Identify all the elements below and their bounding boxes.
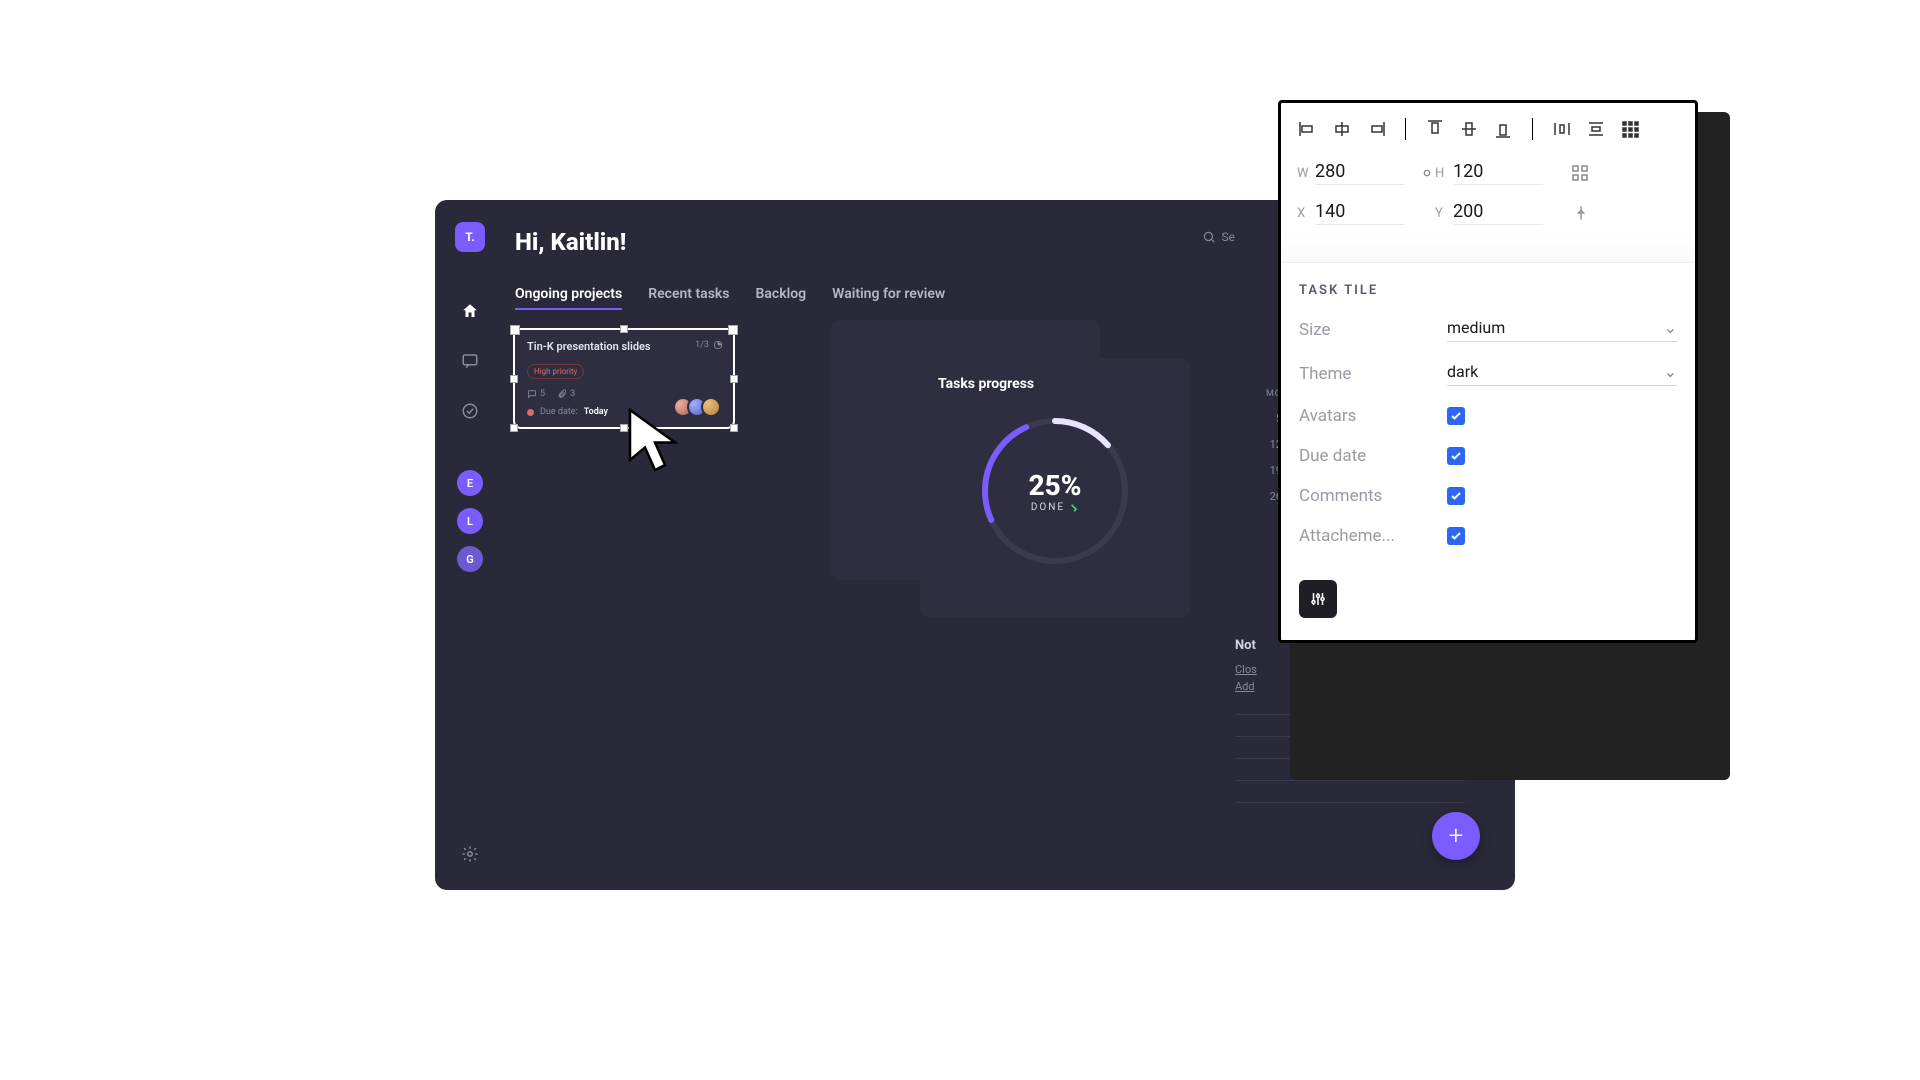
priority-badge: High priority xyxy=(527,364,584,379)
size-select[interactable]: medium ⌄ xyxy=(1447,318,1677,342)
y-label: Y xyxy=(1435,206,1453,221)
progress-title: Tasks progress xyxy=(938,376,1172,392)
color-row-placeholder xyxy=(1281,233,1695,263)
theme-select[interactable]: dark ⌄ xyxy=(1447,362,1677,386)
calendar-day[interactable]: 26 xyxy=(1222,490,1282,503)
prop-size: Size medium ⌄ xyxy=(1281,308,1695,352)
align-hcenter-icon[interactable] xyxy=(1329,117,1355,141)
align-left-icon[interactable] xyxy=(1295,117,1321,141)
search[interactable]: Se xyxy=(1202,230,1236,244)
duedate-checkbox[interactable] xyxy=(1447,447,1465,465)
width-label: W xyxy=(1297,166,1315,181)
progress-pie-icon xyxy=(713,340,723,350)
check-circle-icon[interactable] xyxy=(459,400,481,422)
sliders-icon xyxy=(1309,590,1327,608)
prop-theme: Theme dark ⌄ xyxy=(1281,352,1695,396)
comment-icon xyxy=(527,389,537,399)
check-icon xyxy=(1069,503,1079,513)
calendar-fragment: ‹ MO 5 12 19 26 xyxy=(1222,360,1282,503)
tab-ongoing-projects[interactable]: Ongoing projects xyxy=(515,286,622,310)
sidebar: T. E L G xyxy=(435,200,505,890)
calendar-month-header: MO xyxy=(1222,389,1282,399)
workspace-avatar-e[interactable]: E xyxy=(457,470,483,496)
calendar-day[interactable]: 19 xyxy=(1222,464,1282,477)
avatars-checkbox[interactable] xyxy=(1447,407,1465,425)
width-input[interactable]: 280 xyxy=(1315,161,1405,185)
calendar-day[interactable]: 5 xyxy=(1222,412,1282,425)
height-input[interactable]: 120 xyxy=(1453,161,1543,185)
align-vcenter-icon[interactable] xyxy=(1456,117,1482,141)
settings-icon[interactable] xyxy=(459,843,481,865)
chevron-down-icon: ⌄ xyxy=(1664,362,1677,381)
layout-grid-icon[interactable] xyxy=(1543,164,1589,182)
note-blank xyxy=(1235,789,1465,803)
task-assignees xyxy=(679,397,721,417)
task-tile[interactable]: Tin-K presentation slides 1/3 High prior… xyxy=(515,330,733,427)
progress-done-label: DONE xyxy=(1031,502,1079,513)
workspace-avatar-g[interactable]: G xyxy=(457,546,483,572)
tidy-grid-icon[interactable] xyxy=(1617,117,1643,141)
task-progress-indicator: 1/3 xyxy=(695,340,723,350)
calendar-prev-icon[interactable]: ‹ xyxy=(1222,360,1282,376)
workspace-avatar-l[interactable]: L xyxy=(457,508,483,534)
chat-icon[interactable] xyxy=(459,350,481,372)
task-comments-count: 5 xyxy=(527,389,545,399)
link-wh-icon[interactable] xyxy=(1405,165,1435,181)
prop-label: Avatars xyxy=(1299,406,1356,426)
pin-icon[interactable] xyxy=(1543,205,1589,221)
distribute-h-icon[interactable] xyxy=(1549,117,1575,141)
align-right-icon[interactable] xyxy=(1363,117,1389,141)
search-icon xyxy=(1202,230,1216,244)
task-title: Tin-K presentation slides xyxy=(527,340,721,353)
sidebar-avatar-stack: E L G xyxy=(457,470,483,572)
prop-label: Theme xyxy=(1299,364,1351,384)
x-input[interactable]: 140 xyxy=(1315,201,1405,225)
alignment-toolbar xyxy=(1281,103,1695,159)
inspector-panel: W 280 H 120 X 140 Y 200 TASK TILE Size m… xyxy=(1278,100,1698,643)
tasks-progress-card: Tasks progress 25% DONE xyxy=(920,358,1190,618)
prop-label: Size xyxy=(1299,320,1331,340)
app-logo[interactable]: T. xyxy=(455,222,485,252)
attachments-checkbox[interactable] xyxy=(1447,527,1465,545)
prop-attachments: Attacheme... xyxy=(1281,516,1695,556)
search-placeholder: Se xyxy=(1222,230,1236,244)
prop-label: Due date xyxy=(1299,446,1366,466)
tab-backlog[interactable]: Backlog xyxy=(756,286,807,310)
prop-label: Comments xyxy=(1299,486,1382,506)
add-button[interactable]: + xyxy=(1432,812,1480,860)
assignee-avatar[interactable] xyxy=(701,397,721,417)
calendar-day[interactable]: 12 xyxy=(1222,438,1282,451)
task-attachments-count: 3 xyxy=(557,389,575,399)
prop-label: Attacheme... xyxy=(1299,526,1395,546)
chevron-down-icon: ⌄ xyxy=(1664,318,1677,337)
prop-avatars: Avatars xyxy=(1281,396,1695,436)
section-header: TASK TILE xyxy=(1281,263,1695,308)
tab-recent-tasks[interactable]: Recent tasks xyxy=(648,286,729,310)
due-dot-icon xyxy=(527,409,534,416)
align-bottom-icon[interactable] xyxy=(1490,117,1516,141)
prop-comments: Comments xyxy=(1281,476,1695,516)
dimensions-group: W 280 H 120 X 140 Y 200 xyxy=(1281,159,1695,233)
y-input[interactable]: 200 xyxy=(1453,201,1543,225)
progress-percent: 25% xyxy=(1028,469,1081,502)
align-top-icon[interactable] xyxy=(1422,117,1448,141)
x-label: X xyxy=(1297,206,1315,221)
attachment-icon xyxy=(557,389,567,399)
prop-due-date: Due date xyxy=(1281,436,1695,476)
height-label: H xyxy=(1435,166,1453,181)
comments-checkbox[interactable] xyxy=(1447,487,1465,505)
home-icon[interactable] xyxy=(459,300,481,322)
tab-waiting-review[interactable]: Waiting for review xyxy=(832,286,945,310)
distribute-v-icon[interactable] xyxy=(1583,117,1609,141)
component-settings-button[interactable] xyxy=(1299,580,1337,618)
